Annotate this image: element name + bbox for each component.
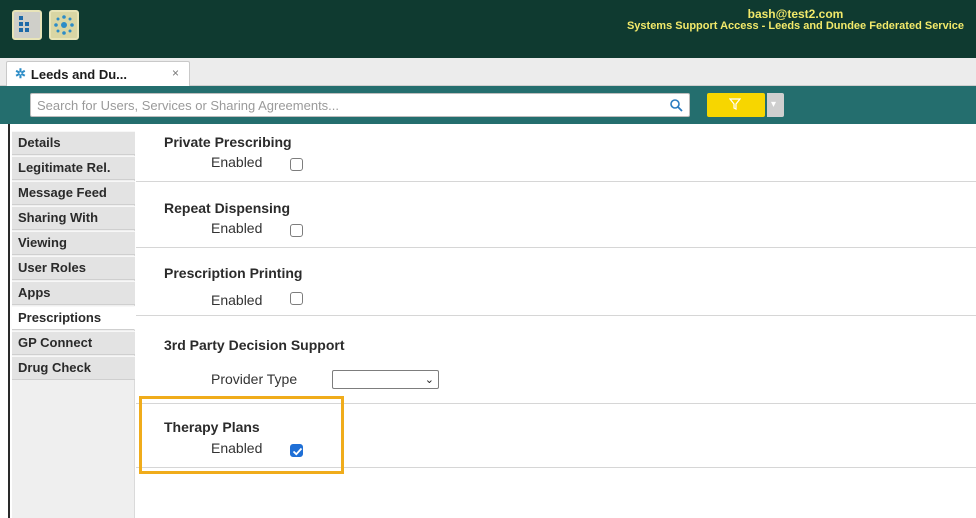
search-input[interactable]: [30, 93, 690, 117]
setting-label: Provider Type: [211, 371, 298, 387]
setting-3rd-party-decision-support: [136, 316, 976, 404]
grid-apps-icon: [19, 16, 29, 32]
sidebar-item-details[interactable]: Details: [12, 131, 135, 155]
sidebar-item-user-roles[interactable]: User Roles: [12, 256, 135, 280]
sidebar: Details Legitimate Rel. Message Feed Sha…: [12, 131, 135, 518]
chevron-down-icon: ⌄: [424, 374, 434, 386]
sidebar-item-apps[interactable]: Apps: [12, 281, 135, 305]
left-border: [8, 124, 10, 518]
setting-title: Repeat Dispensing: [164, 200, 291, 216]
therapy-plans-highlight: [139, 396, 344, 474]
filter-icon: [729, 98, 741, 110]
tab-leeds-and-dundee[interactable]: ✲ Leeds and Du... ×: [6, 61, 190, 86]
tab-label: Leeds and Du...: [30, 66, 127, 82]
access-description: Systems Support Access - Leeds and Dunde…: [626, 20, 964, 32]
tab-bar: ✲ Leeds and Du... ×: [0, 58, 976, 86]
sidebar-item-sharing-with[interactable]: Sharing With: [12, 206, 135, 230]
network-hub-icon: [54, 15, 74, 35]
chevron-down-icon: ▾: [771, 99, 777, 110]
user-email: bash@test2.com: [747, 7, 844, 21]
setting-label: Enabled: [211, 154, 263, 170]
sidebar-item-prescriptions[interactable]: Prescriptions: [12, 306, 135, 330]
app-menu-button[interactable]: [12, 10, 42, 40]
sidebar-item-legitimate-rel[interactable]: Legitimate Rel.: [12, 156, 135, 180]
setting-title: Prescription Printing: [164, 265, 303, 281]
prescription-printing-checkbox[interactable]: [290, 292, 303, 305]
provider-type-select[interactable]: ⌄: [332, 370, 439, 389]
organisation-button[interactable]: [49, 10, 79, 40]
filter-dropdown-button[interactable]: ▾: [767, 93, 784, 117]
user-info: bash@test2.com Systems Support Access - …: [627, 8, 964, 32]
sidebar-item-gp-connect[interactable]: GP Connect: [12, 331, 135, 355]
network-hub-icon: ✲: [15, 66, 26, 81]
sidebar-item-viewing[interactable]: Viewing: [12, 231, 135, 255]
search-bar: ▾: [0, 86, 976, 124]
search-icon[interactable]: [669, 98, 683, 112]
sidebar-item-drug-check[interactable]: Drug Check: [12, 356, 135, 380]
setting-title: 3rd Party Decision Support: [164, 337, 345, 353]
private-prescribing-checkbox[interactable]: [290, 158, 303, 171]
filter-button[interactable]: [707, 93, 765, 117]
sidebar-item-message-feed[interactable]: Message Feed: [12, 181, 135, 205]
top-header: bash@test2.com Systems Support Access - …: [0, 0, 976, 58]
repeat-dispensing-checkbox[interactable]: [290, 224, 303, 237]
setting-private-prescribing: [136, 124, 976, 182]
setting-title: Private Prescribing: [164, 134, 292, 150]
close-icon[interactable]: ×: [172, 66, 179, 80]
setting-label: Enabled: [211, 220, 263, 236]
setting-label: Enabled: [211, 292, 263, 308]
